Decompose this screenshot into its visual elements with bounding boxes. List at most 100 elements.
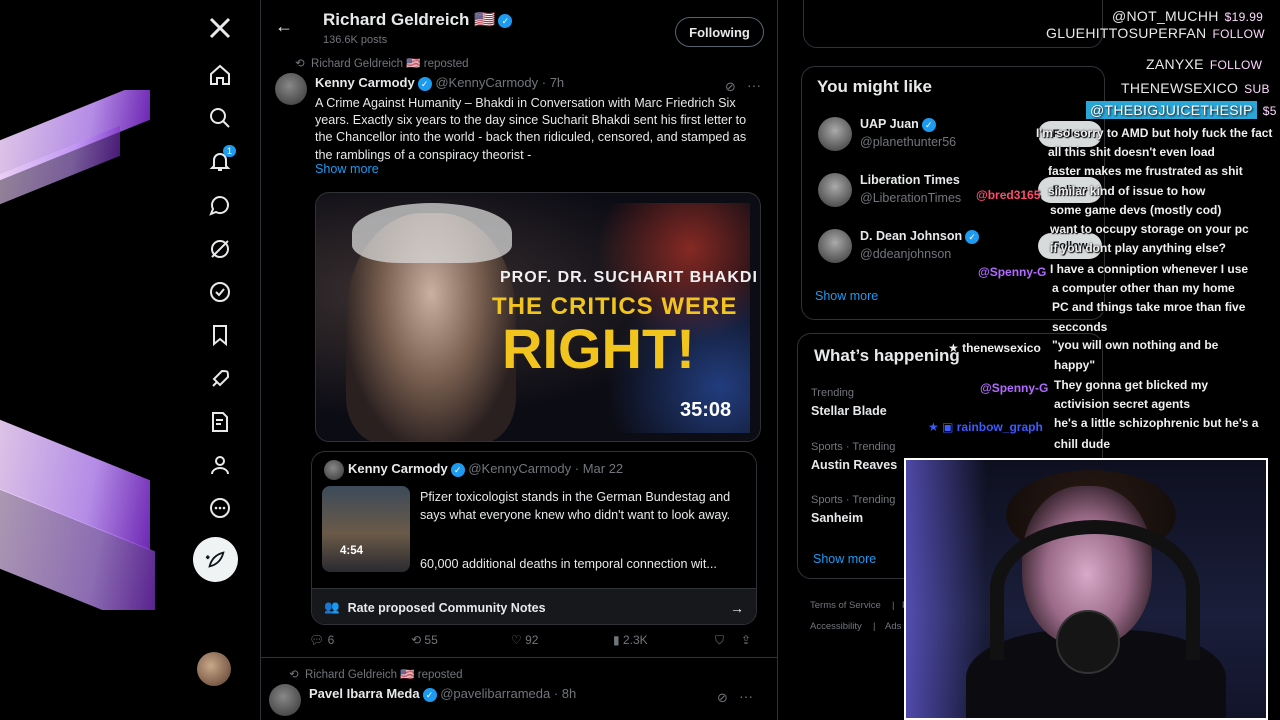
microphone	[1056, 610, 1120, 674]
arrow-right-icon: →	[730, 599, 744, 616]
flag-emoji: 🇺🇸	[474, 10, 496, 29]
chat-line: happy"	[1054, 358, 1096, 372]
like-button[interactable]: ♡ 92	[511, 633, 538, 647]
show-more-link[interactable]: Show more	[815, 289, 878, 303]
alert-item: GLUEHITTOSUPERFAN FOLLOW	[1046, 25, 1265, 41]
post-handle[interactable]: @KennyCarmody	[435, 75, 538, 90]
avatar[interactable]	[275, 73, 307, 105]
show-more-link[interactable]: Show more	[813, 552, 876, 566]
more-options-icon[interactable]: ···	[747, 77, 761, 93]
verified-icon[interactable]	[200, 274, 240, 310]
webcam-overlay	[904, 458, 1268, 720]
compose-post-button[interactable]	[193, 537, 238, 582]
trend-context: Sports · Trending	[811, 494, 896, 506]
chat-username: ★ ▣ rainbow_graph	[928, 420, 1043, 434]
trend-name[interactable]: Austin Reaves	[811, 458, 897, 472]
post-time[interactable]: · 7h	[542, 75, 564, 90]
profile-icon[interactable]	[200, 447, 240, 483]
reply-icon: 💬︎	[309, 633, 325, 647]
suggestion-handle: @LiberationTimes	[860, 191, 962, 205]
more-icon[interactable]	[200, 490, 240, 526]
avatar[interactable]	[269, 684, 301, 716]
reply-button[interactable]: 💬︎ 6	[309, 633, 334, 647]
quote-time: · Mar 22	[574, 461, 624, 476]
rocket-icon[interactable]	[200, 361, 240, 397]
chat-line: They gonna get blicked my	[1054, 378, 1209, 392]
footer-accessibility-link[interactable]: Accessibility	[810, 621, 862, 632]
chat-line: I'm so sorry to AMD but holy fuck the fa…	[1036, 126, 1273, 140]
bookmark-icon[interactable]	[200, 317, 240, 353]
verified-badge-icon: ✓	[965, 229, 980, 244]
share-icon: ⇪	[741, 633, 752, 647]
glitch-overlay	[0, 90, 160, 610]
chat-line: some game devs (mostly cod)	[1050, 203, 1222, 217]
suggestion-item[interactable]: D. Dean Johnson ✓ @ddeanjohnson Follow	[818, 229, 1102, 269]
footer-terms-link[interactable]: Terms of Service	[810, 600, 881, 611]
grok-icon[interactable]: ⊘	[717, 690, 728, 706]
chat-line: similar kind of issue to how	[1048, 184, 1206, 198]
repost-indicator: ⟲ Richard Geldreich 🇺🇸 reposted	[289, 669, 463, 681]
avatar	[818, 117, 852, 151]
x-logo-icon[interactable]	[200, 10, 240, 46]
views-button[interactable]: ▮ 2.3K	[613, 633, 648, 647]
video-duration: 35:08	[680, 399, 732, 421]
quote-author-line: Kenny Carmody ✓ @KennyCarmody · Mar 22	[348, 461, 623, 477]
chat-username: @Spenny-G	[980, 381, 1049, 395]
grok-icon[interactable]: ⊘	[725, 79, 736, 95]
more-options-icon[interactable]: ···	[739, 688, 753, 704]
notes-icon[interactable]	[200, 404, 240, 440]
chat-line: a computer other than my home	[1052, 281, 1235, 295]
avatar	[818, 229, 852, 263]
chat-line: I have a conniption whenever I use	[1050, 262, 1249, 276]
trend-name[interactable]: Stellar Blade	[811, 404, 887, 418]
speaker-hair	[352, 203, 512, 263]
trend-context: Sports · Trending	[811, 441, 896, 453]
profile-name-text: Richard Geldreich	[323, 10, 470, 29]
message-icon[interactable]	[200, 187, 240, 223]
avatar	[324, 460, 344, 480]
show-more-link[interactable]: Show more	[315, 162, 379, 176]
post-handle[interactable]: @pavelibarrameda	[440, 686, 550, 701]
divider	[261, 657, 777, 658]
post-author[interactable]: Kenny Carmody	[315, 75, 415, 90]
you-might-like-title: You might like	[817, 77, 932, 96]
trend-name[interactable]: Sanheim	[811, 511, 863, 525]
suggestion-name: UAP Juan ✓	[860, 117, 936, 132]
verified-badge-icon: ✓	[498, 13, 513, 28]
reply-count: 6	[327, 633, 335, 647]
post-time[interactable]: · 8h	[554, 686, 576, 701]
chat-line: faster makes me frustrated as shit	[1048, 164, 1243, 178]
account-avatar[interactable]	[197, 652, 231, 686]
quote-text: Pfizer toxicologist stands in the German…	[420, 490, 731, 522]
post-author[interactable]: Pavel Ibarra Meda	[309, 686, 420, 701]
community-notes-bar[interactable]: 👥 Rate proposed Community Notes →	[312, 588, 756, 624]
post-video[interactable]: PROF. DR. SUCHARIT BHAKDI THE CRITICS WE…	[315, 192, 761, 442]
share-button[interactable]: ⇪	[741, 633, 751, 647]
quote-author: Kenny Carmody	[348, 461, 448, 476]
chat-username: @bred3165	[976, 188, 1041, 202]
grok-icon[interactable]	[200, 231, 240, 267]
quote-video-duration: 4:54	[340, 545, 364, 557]
alert-item: @NOT_MUCHH $19.99	[1112, 8, 1264, 24]
home-icon[interactable]	[200, 57, 240, 93]
quoted-post[interactable]: Kenny Carmody ✓ @KennyCarmody · Mar 22 4:…	[311, 451, 757, 625]
chat-username: @Spenny-G	[978, 265, 1047, 279]
back-arrow-icon[interactable]: ←	[275, 16, 293, 37]
bell-icon[interactable]: 1	[200, 143, 240, 179]
post-text: A Crime Against Humanity – Bhakdi in Con…	[315, 96, 747, 162]
views-icon: ▮	[613, 633, 620, 647]
avatar	[818, 173, 852, 207]
search-icon[interactable]	[200, 100, 240, 136]
trend-context: Trending	[811, 387, 855, 399]
video-title-line1: PROF. DR. SUCHARIT BHAKDI	[500, 269, 758, 286]
verified-badge-icon: ✓	[422, 687, 437, 702]
bookmark-button[interactable]: ⛉	[715, 633, 724, 648]
quote-video-thumbnail[interactable]	[322, 486, 410, 572]
quote-handle: @KennyCarmody	[468, 461, 572, 476]
repost-button[interactable]: ⟲ 55	[411, 633, 438, 647]
quote-text-2: 60,000 additional deaths in temporal con…	[420, 557, 717, 571]
chat-line: want to occupy storage on your pc	[1050, 222, 1249, 236]
post-author-line: Pavel Ibarra Meda ✓ @pavelibarrameda · 8h	[309, 686, 576, 702]
following-button[interactable]: Following	[675, 17, 764, 47]
like-count: 92	[525, 633, 539, 647]
